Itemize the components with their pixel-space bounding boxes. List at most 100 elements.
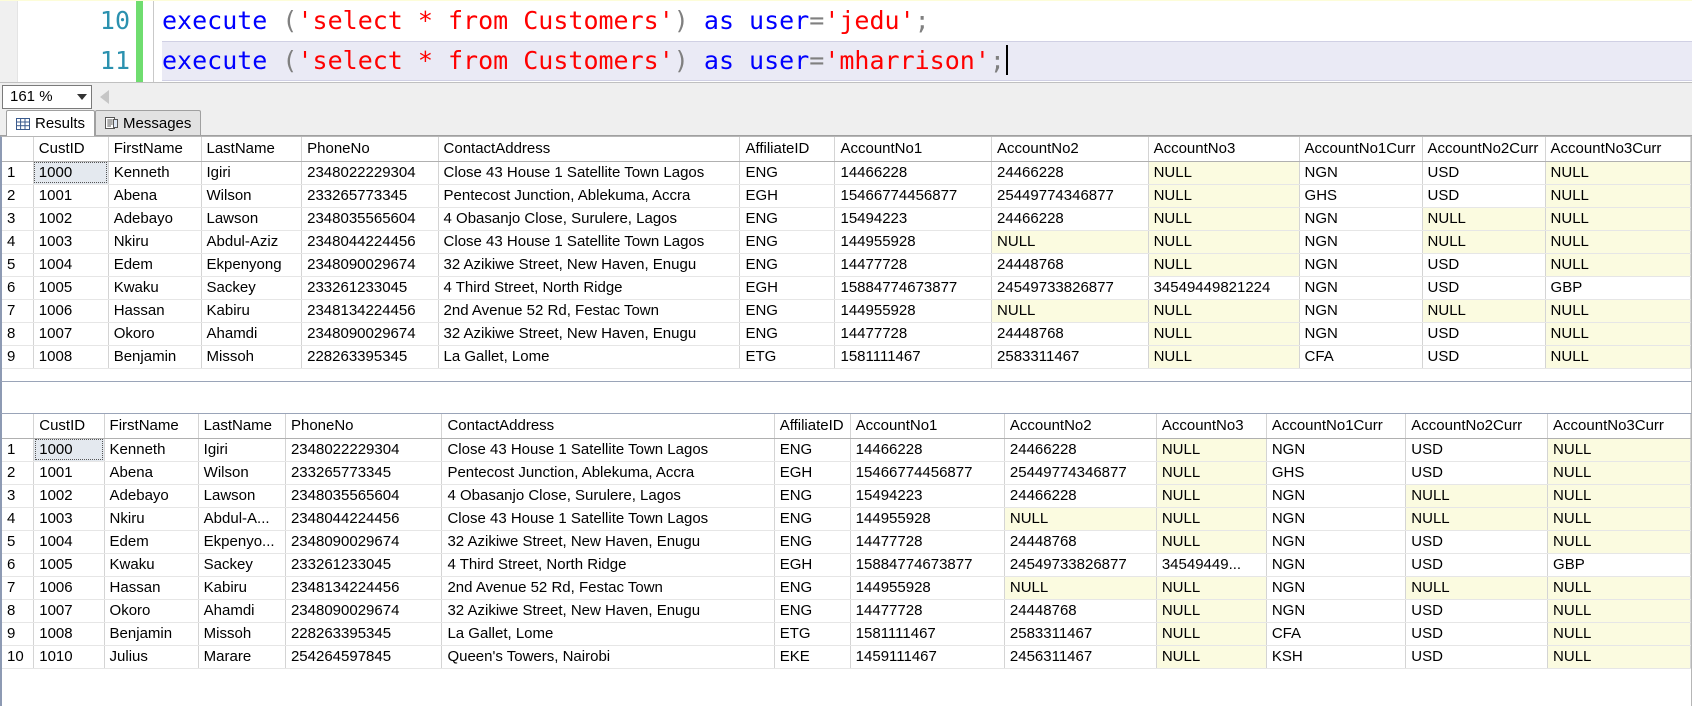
table-row[interactable]: 4 1003 Nkiru Abdul-Aziz 2348044224456 Close 4… [2,230,1691,254]
table-cell[interactable]: ENG [739,207,836,231]
table-cell[interactable]: 4 Third Street, North Ridge [441,553,775,577]
table-cell[interactable]: 1581111467 [834,345,993,369]
table-cell[interactable]: Close 43 House 1 Satellite Town Lagos [438,161,741,185]
column-header-accountno3[interactable]: AccountNo3 [1156,414,1267,439]
table-cell[interactable]: Missoh [201,345,303,369]
table-cell[interactable]: 24448768 [1004,530,1157,554]
column-header-custid[interactable]: CustID [33,137,109,162]
result-set-2[interactable]: CustID FirstName LastName PhoneNo ContactAdd… [0,414,1692,706]
row-header[interactable]: 9 [2,345,34,369]
table-cell[interactable]: NULL [1547,438,1691,462]
table-cell[interactable]: NULL [1547,599,1691,623]
table-cell[interactable]: 15494223 [850,484,1005,508]
table-cell[interactable]: Pentecost Junction, Ablekuma, Accra [438,184,741,208]
table-cell[interactable]: Kenneth [108,161,202,185]
code-line-11[interactable]: execute ('select * from Customers') as u… [162,41,1692,81]
table-cell[interactable]: NULL [1545,230,1691,254]
table-cell[interactable]: 228263395345 [301,345,439,369]
table-cell[interactable]: 233261233045 [301,276,439,300]
code-line-10[interactable]: execute ('select * from Customers') as u… [162,1,1692,41]
table-cell[interactable]: 24549733826877 [991,276,1149,300]
table-cell[interactable]: 24466228 [1004,484,1157,508]
table-cell[interactable]: NULL [1405,576,1549,600]
table-cell[interactable]: USD [1422,253,1546,277]
table-cell[interactable]: 2348090029674 [301,253,439,277]
row-header[interactable]: 8 [2,322,34,346]
column-header-accountno1[interactable]: AccountNo1 [834,137,993,162]
table-cell[interactable]: 1008 [33,622,105,646]
table-cell[interactable]: USD [1405,461,1549,485]
table-cell[interactable]: 15494223 [834,207,993,231]
table-cell[interactable]: NGN [1299,299,1423,323]
table-cell[interactable]: KSH [1266,645,1407,669]
table-cell[interactable]: NULL [1545,299,1691,323]
table-cell[interactable]: 2456311467 [1004,645,1157,669]
table-row[interactable]: 2 1001 Abena Wilson 233265773345 Pentecost Ju… [2,184,1691,208]
table-cell[interactable]: 1004 [33,530,105,554]
table-cell[interactable]: 1000 [33,438,105,462]
table-cell[interactable]: Wilson [198,461,286,485]
column-header-accountno1[interactable]: AccountNo1 [850,414,1005,439]
table-cell[interactable]: Kabiru [198,576,286,600]
table-cell[interactable]: NULL [1545,161,1691,185]
table-cell[interactable]: GBP [1545,276,1691,300]
table-cell[interactable]: Igiri [201,161,303,185]
table-cell[interactable]: NULL [1547,645,1691,669]
result-set-1[interactable]: CustID FirstName LastName PhoneNo ContactAdd… [0,136,1692,382]
table-cell[interactable]: ENG [774,530,851,554]
table-cell[interactable]: 15884774673877 [850,553,1005,577]
table-cell[interactable]: Julius [104,645,199,669]
table-cell[interactable]: Nkiru [104,507,199,531]
table-cell[interactable]: NULL [1547,530,1691,554]
table-cell[interactable]: 14466228 [850,438,1005,462]
table-cell[interactable]: 2348090029674 [301,322,439,346]
table-cell[interactable]: NGN [1266,599,1407,623]
column-header-accountno2[interactable]: AccountNo2 [1004,414,1157,439]
row-header[interactable]: 3 [2,484,35,508]
row-header[interactable]: 1 [2,161,34,185]
column-header-accountno2curr[interactable]: AccountNo2Curr [1405,414,1549,439]
table-cell[interactable]: NULL [1156,484,1267,508]
table-row[interactable]: 6 1005 Kwaku Sackey 233261233045 4 Third Stre… [2,553,1691,577]
table-cell[interactable]: 233265773345 [285,461,443,485]
table-cell[interactable]: Kabiru [201,299,303,323]
editor-code-area[interactable]: execute ('select * from Customers') as u… [153,1,1692,82]
table-cell[interactable]: Abena [108,184,202,208]
table-cell[interactable]: USD [1405,530,1549,554]
table-cell[interactable]: 1006 [33,576,105,600]
table-cell[interactable]: NULL [1422,299,1546,323]
table-cell[interactable]: USD [1422,345,1546,369]
table-cell[interactable]: NULL [1405,484,1549,508]
table-cell[interactable]: NGN [1299,161,1423,185]
table-cell[interactable]: 24448768 [1004,599,1157,623]
column-header-accountno2curr[interactable]: AccountNo2Curr [1422,137,1546,162]
table-cell[interactable]: ENG [774,576,851,600]
table-cell[interactable]: 2348035565604 [301,207,439,231]
table-cell[interactable]: La Gallet, Lome [441,622,775,646]
table-cell[interactable]: NULL [1148,345,1300,369]
table-cell[interactable]: Ahamdi [201,322,303,346]
table-cell[interactable]: Hassan [108,299,202,323]
table-cell[interactable]: 144955928 [834,299,993,323]
row-header[interactable]: 1 [2,438,35,462]
column-header-lastname[interactable]: LastName [201,137,303,162]
table-cell[interactable]: 15466774456877 [850,461,1005,485]
table-cell[interactable]: 1003 [33,507,105,531]
triangle-left-icon[interactable] [100,89,109,104]
table-cell[interactable]: 228263395345 [285,622,443,646]
table-cell[interactable]: NULL [1422,230,1546,254]
table-cell[interactable]: 32 Azikiwe Street, New Haven, Enugu [438,253,741,277]
table-row[interactable]: 7 1006 Hassan Kabiru 2348134224456 2nd Avenue… [2,299,1691,323]
table-cell[interactable]: Queen's Towers, Nairobi [441,645,775,669]
table-cell[interactable]: 1001 [33,184,109,208]
table-cell[interactable]: NULL [1545,322,1691,346]
table-cell[interactable]: Close 43 House 1 Satellite Town Lagos [441,438,775,462]
table-cell[interactable]: 2348044224456 [301,230,439,254]
table-cell[interactable]: Okoro [104,599,199,623]
table-cell[interactable]: EGH [739,276,836,300]
table-cell[interactable]: Adebayo [108,207,202,231]
table-cell[interactable]: NULL [1148,253,1300,277]
table-cell[interactable]: 1000 [33,161,109,185]
table-cell[interactable]: 32 Azikiwe Street, New Haven, Enugu [438,322,741,346]
table-cell[interactable]: ENG [739,161,836,185]
